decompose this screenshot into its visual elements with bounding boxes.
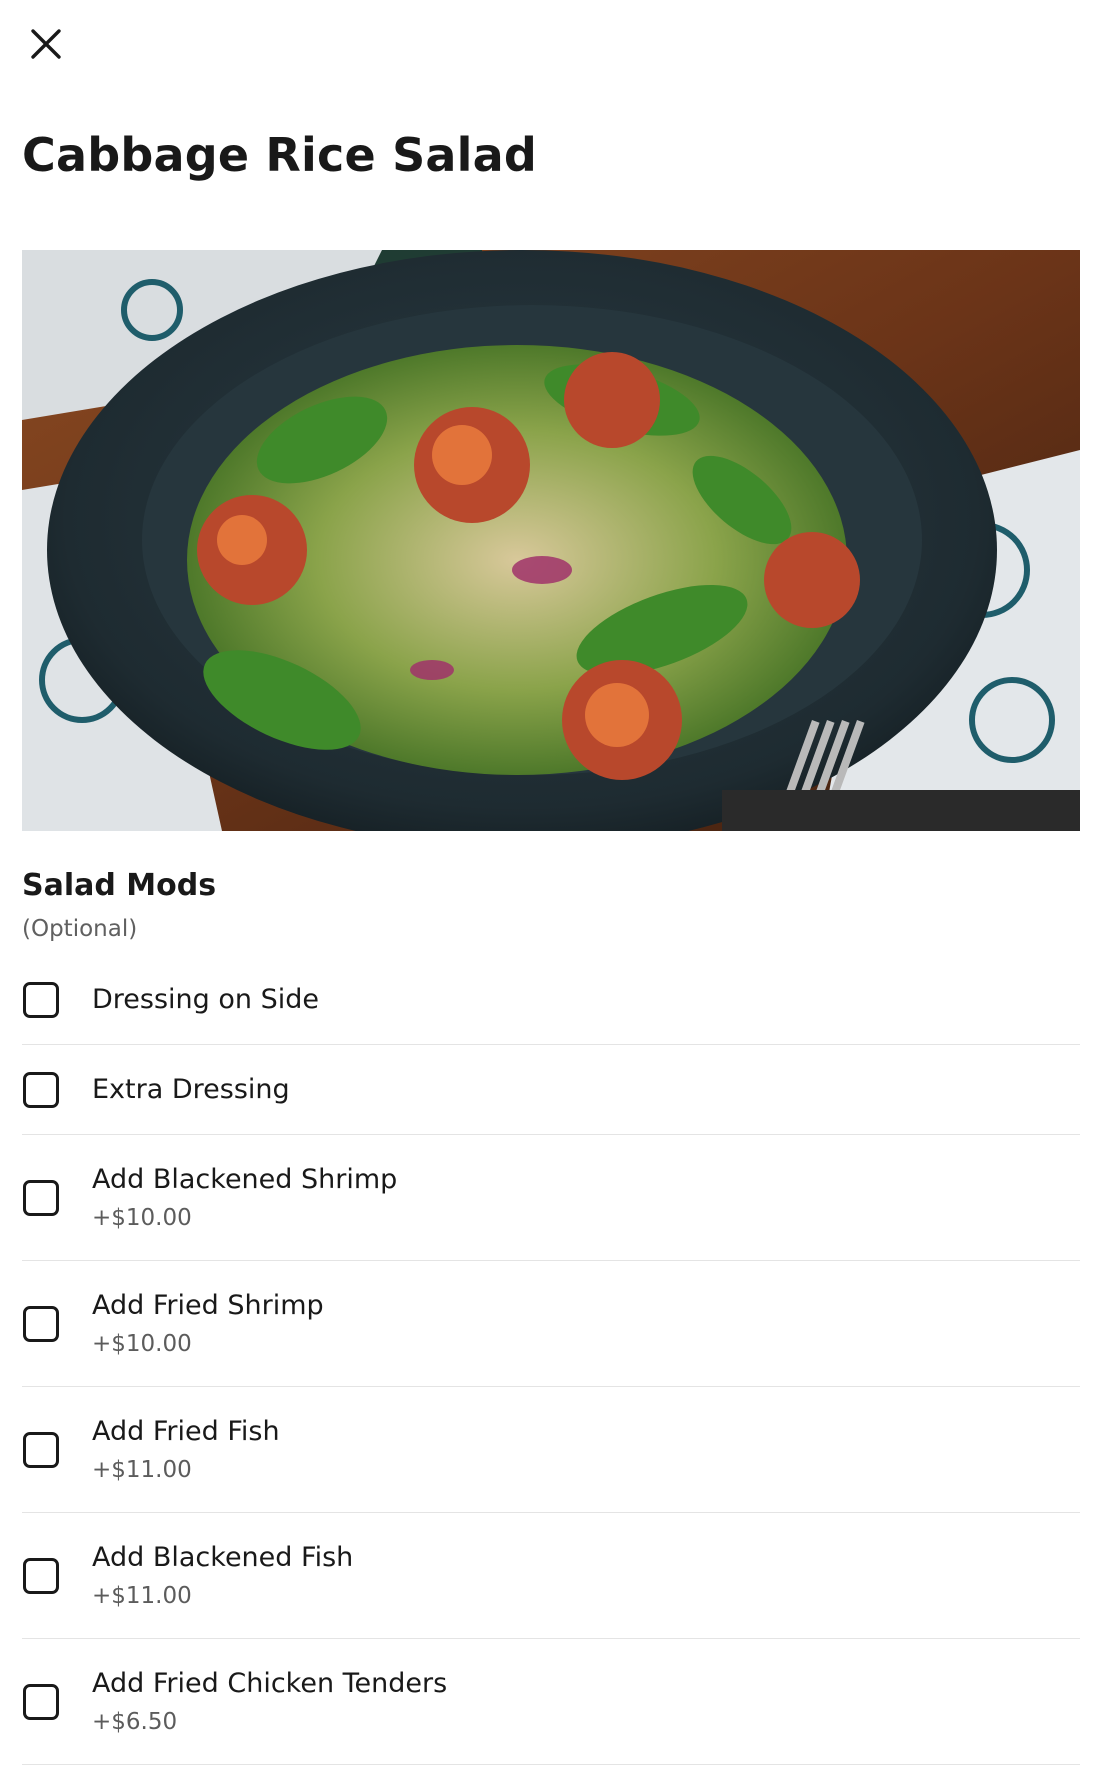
option-label: Add Fried Fish — [92, 1416, 280, 1447]
checkbox[interactable] — [23, 1305, 59, 1342]
checkbox[interactable] — [23, 1683, 59, 1720]
checkbox[interactable] — [23, 1179, 59, 1216]
option-add-blackened-fish[interactable]: Add Blackened Fish +$11.00 — [22, 1513, 1080, 1639]
salad-bowl-illustration — [22, 250, 1080, 831]
option-add-fried-chicken-tenders[interactable]: Add Fried Chicken Tenders +$6.50 — [22, 1639, 1080, 1765]
close-icon — [31, 29, 61, 59]
checkbox[interactable] — [23, 1557, 59, 1594]
option-label: Extra Dressing — [92, 1074, 290, 1105]
option-price: +$11.00 — [92, 1457, 192, 1483]
option-list: Dressing on Side Extra Dressing Add Blac… — [22, 955, 1080, 1765]
section-subtitle: (Optional) — [22, 916, 138, 942]
option-add-fried-shrimp[interactable]: Add Fried Shrimp +$10.00 — [22, 1261, 1080, 1387]
option-label: Add Fried Shrimp — [92, 1290, 324, 1321]
option-price: +$6.50 — [92, 1709, 178, 1735]
option-extra-dressing[interactable]: Extra Dressing — [22, 1045, 1080, 1135]
option-add-fried-fish[interactable]: Add Fried Fish +$11.00 — [22, 1387, 1080, 1513]
option-dressing-on-side[interactable]: Dressing on Side — [22, 955, 1080, 1045]
checkbox[interactable] — [23, 1431, 59, 1468]
item-detail-page: Cabbage Rice Salad Salad Mods (Optional)… — [0, 0, 1102, 1792]
checkbox[interactable] — [23, 1071, 59, 1108]
option-label: Add Fried Chicken Tenders — [92, 1668, 448, 1699]
option-price: +$10.00 — [92, 1205, 192, 1231]
option-label: Dressing on Side — [92, 984, 319, 1015]
option-label: Add Blackened Fish — [92, 1542, 354, 1573]
option-label: Add Blackened Shrimp — [92, 1164, 398, 1195]
close-button[interactable] — [24, 22, 68, 66]
option-add-blackened-shrimp[interactable]: Add Blackened Shrimp +$10.00 — [22, 1135, 1080, 1261]
item-photo — [22, 250, 1080, 831]
checkbox[interactable] — [23, 981, 59, 1018]
section-title: Salad Mods — [22, 868, 217, 903]
item-title: Cabbage Rice Salad — [22, 128, 538, 182]
option-price: +$11.00 — [92, 1583, 192, 1609]
option-price: +$10.00 — [92, 1331, 192, 1357]
